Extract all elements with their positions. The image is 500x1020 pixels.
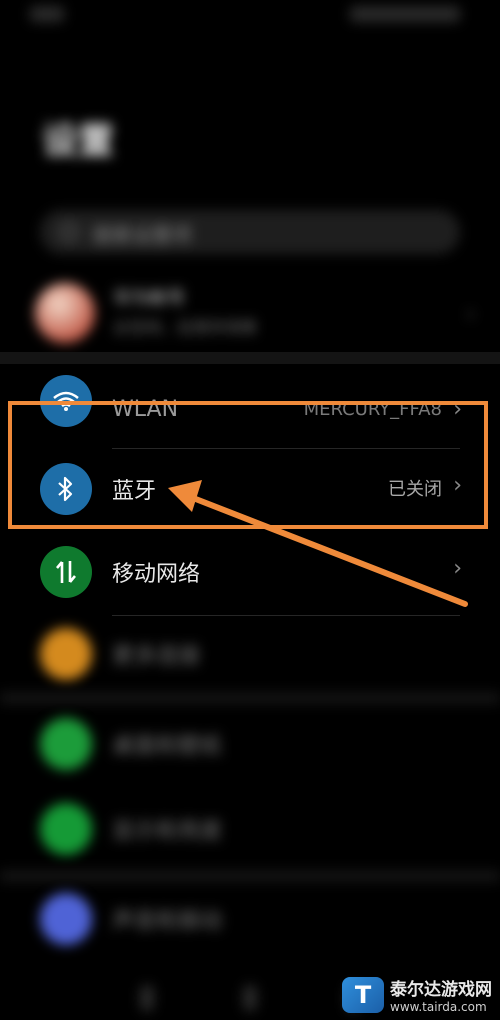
watermark-url: www.tairda.com <box>390 1000 487 1014</box>
watermark-logo: T <box>342 976 384 1013</box>
watermark: T 泰尔达游戏网 www.tairda.com <box>342 975 492 1014</box>
annotation-arrow <box>168 480 468 607</box>
watermark-name: 泰尔达游戏网 <box>390 980 492 1000</box>
